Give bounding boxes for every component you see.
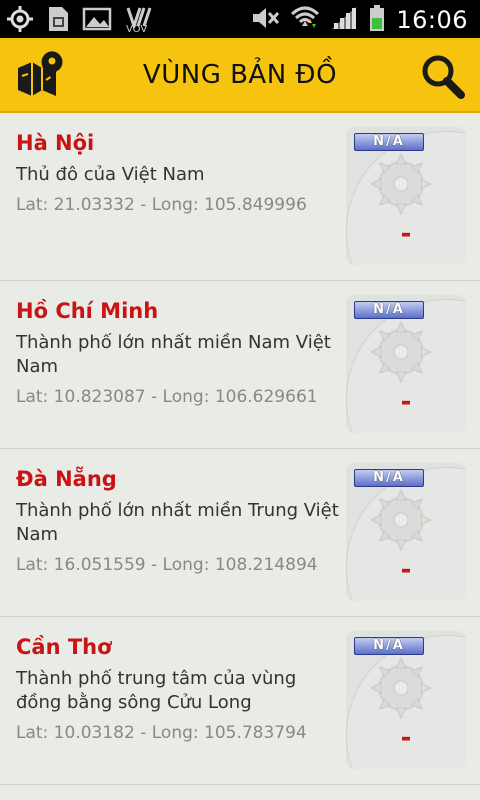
location-name: Đà Nẵng bbox=[16, 467, 117, 491]
location-description: Thủ đô của Việt Nam bbox=[16, 164, 205, 185]
location-name: Cần Thơ bbox=[16, 635, 112, 659]
status-value: - bbox=[400, 219, 412, 249]
location-description: Thành phố lớn nhất miền Trung Việt Nam bbox=[16, 500, 339, 545]
signal-icon bbox=[330, 5, 358, 35]
battery-icon bbox=[368, 4, 386, 36]
location-description: Thành phố lớn nhất miền Nam Việt Nam bbox=[16, 332, 331, 377]
status-value: - bbox=[400, 555, 412, 585]
location-thumbnail: N/A - bbox=[346, 631, 466, 769]
placeholder-gear-icon bbox=[366, 317, 436, 387]
placeholder-gear-icon bbox=[366, 653, 436, 723]
location-name: Hà Nội bbox=[16, 131, 95, 155]
location-thumbnail: N/A - bbox=[346, 127, 466, 265]
status-bar: VOV 16:06 bbox=[0, 0, 480, 38]
status-value: - bbox=[400, 387, 412, 417]
clock: 16:06 bbox=[396, 6, 468, 34]
location-coords: Lat: 16.051559 - Long: 108.214894 bbox=[16, 555, 318, 575]
status-bar-notifications: VOV bbox=[6, 5, 154, 37]
list-item[interactable]: Đà Nẵng Thành phố lớn nhất miền Trung Vi… bbox=[0, 449, 480, 617]
placeholder-gear-icon bbox=[366, 485, 436, 555]
location-coords: Lat: 21.03332 - Long: 105.849996 bbox=[16, 195, 307, 215]
location-list: Hà Nội Thủ đô của Việt Nam Lat: 21.03332… bbox=[0, 113, 480, 800]
list-item[interactable]: Hồ Chí Minh Thành phố lớn nhất miền Nam … bbox=[0, 281, 480, 449]
gallery-icon bbox=[82, 6, 112, 36]
page-title: VÙNG BẢN ĐỒ bbox=[142, 60, 338, 90]
location-description: Thành phố trung tâm của vùng đồng bằng s… bbox=[16, 668, 297, 713]
location-name: Hồ Chí Minh bbox=[16, 299, 159, 323]
sim-card-icon bbox=[46, 5, 70, 37]
gps-icon bbox=[6, 5, 34, 37]
location-thumbnail: N/A - bbox=[346, 295, 466, 433]
location-coords: Lat: 10.823087 - Long: 106.629661 bbox=[16, 387, 318, 407]
vov-icon: VOV bbox=[124, 6, 154, 36]
mute-icon bbox=[250, 6, 280, 34]
status-value: - bbox=[400, 723, 412, 753]
app-bar: VÙNG BẢN ĐỒ bbox=[0, 38, 480, 113]
vov-label: VOV bbox=[126, 24, 148, 35]
search-icon[interactable] bbox=[418, 52, 466, 100]
list-item[interactable]: Cần Thơ Thành phố trung tâm của vùng đồn… bbox=[0, 617, 480, 785]
list-item[interactable]: Hà Nội Thủ đô của Việt Nam Lat: 21.03332… bbox=[0, 113, 480, 281]
placeholder-gear-icon bbox=[366, 149, 436, 219]
wifi-icon bbox=[290, 4, 320, 36]
location-coords: Lat: 10.03182 - Long: 105.783794 bbox=[16, 723, 307, 743]
status-bar-system: 16:06 bbox=[250, 4, 468, 36]
location-thumbnail: N/A - bbox=[346, 463, 466, 601]
